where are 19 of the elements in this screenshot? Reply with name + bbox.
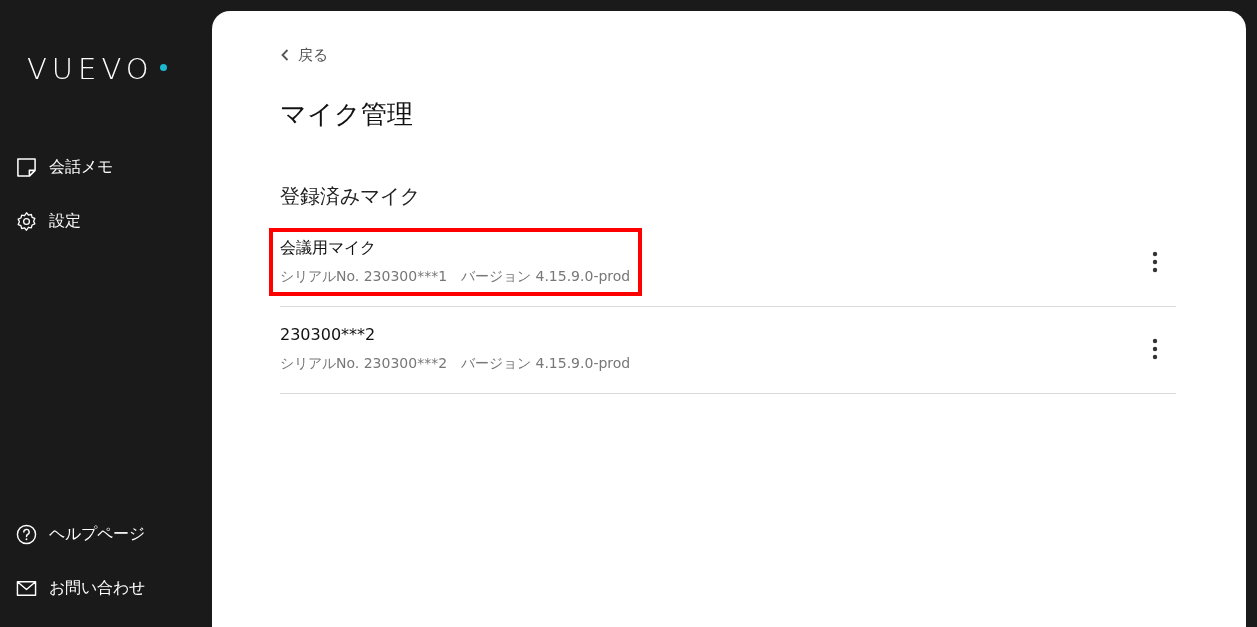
settings-icon: [16, 210, 37, 232]
section-heading: 登録済みマイク: [280, 183, 421, 211]
microphone-name: 230300***2: [280, 324, 377, 347]
more-icon: [1152, 251, 1158, 274]
dot-icon: [160, 64, 167, 71]
chevron-left-icon: [280, 48, 290, 62]
sidebar-item[interactable]: 会話メモ: [0, 140, 212, 194]
sidebar-item[interactable]: お問い合わせ: [0, 561, 212, 615]
microphone-details: シリアルNo. 230300***1 バージョン 4.15.9.0-prod: [280, 268, 631, 287]
sidebar-item[interactable]: ヘルプページ: [0, 507, 212, 561]
page-title: マイク管理: [280, 98, 414, 131]
microphone-name: 会議用マイク: [280, 237, 377, 260]
more-icon: [1152, 338, 1158, 361]
logo: VUEVO: [27, 54, 154, 84]
back-link[interactable]: 戻る: [280, 45, 328, 65]
note-icon: [16, 156, 37, 178]
microphone-details: シリアルNo. 230300***2 バージョン 4.15.9.0-prod: [280, 355, 631, 374]
help-icon: [16, 523, 37, 545]
sidebar-item[interactable]: 設定: [0, 194, 212, 248]
